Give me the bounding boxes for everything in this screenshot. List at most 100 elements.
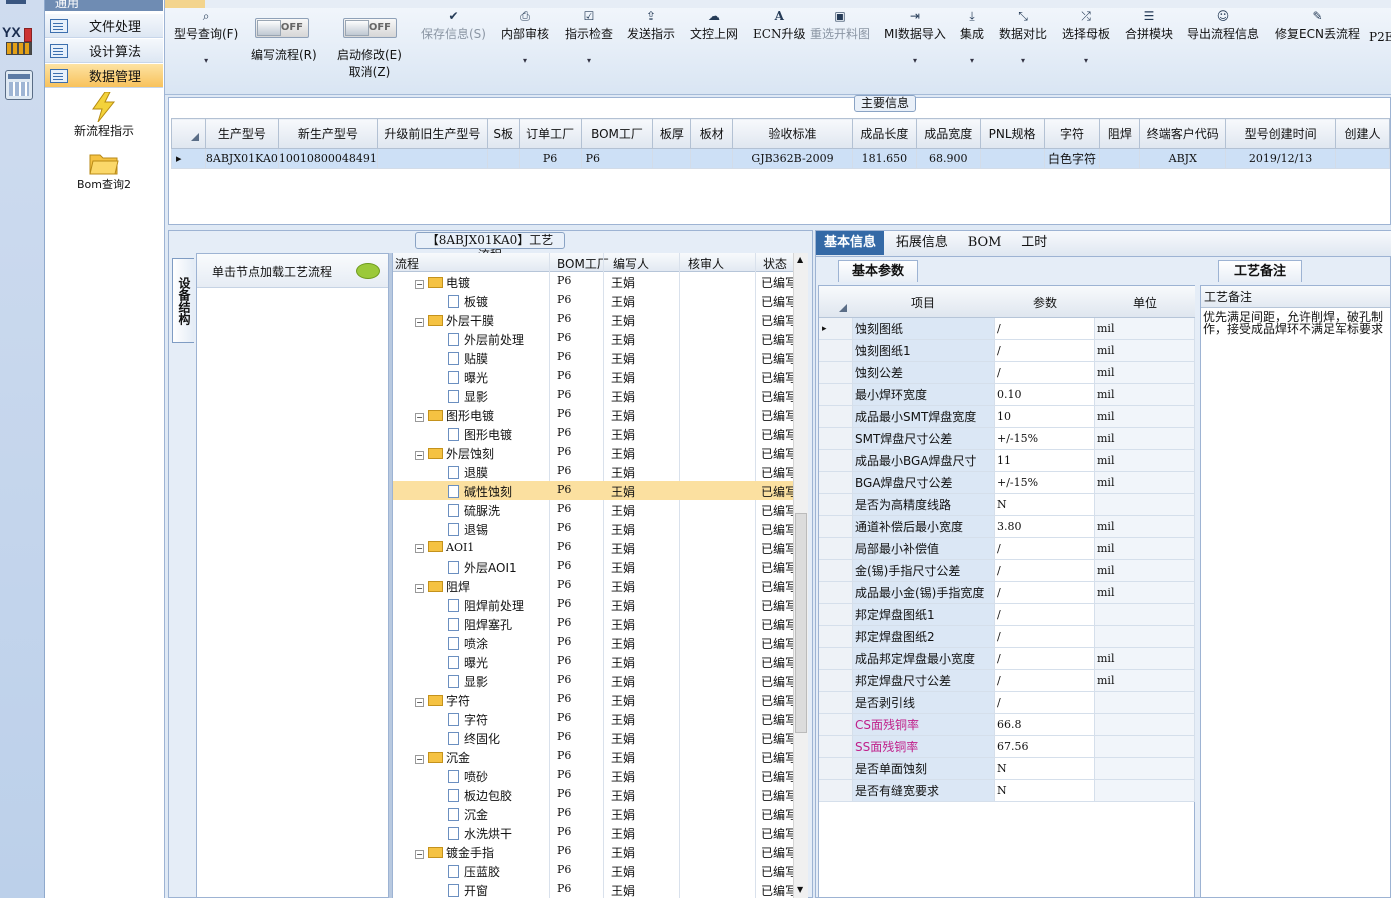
tree-row[interactable]: 显影 P6 王娟 已编写	[393, 671, 793, 690]
table-cell[interactable]: 10010800048491	[277, 148, 378, 169]
row-indicator[interactable]	[819, 582, 853, 604]
tree-scrollbar[interactable]: ▲ ▼	[793, 253, 808, 898]
collapse-icon[interactable]: −	[415, 755, 424, 764]
col-header[interactable]: S板	[486, 118, 520, 149]
dropdown-arrow-icon[interactable]: ▾	[174, 56, 238, 65]
save-info-button[interactable]: ✔ 保存信息(S)	[421, 10, 486, 42]
table-cell[interactable]: 181.650	[851, 148, 917, 169]
tree-row[interactable]: − 电镀 P6 王娟 已编写	[393, 272, 793, 291]
tab-bom[interactable]: BOM	[960, 231, 1010, 255]
param-value[interactable]: 66.8	[995, 714, 1095, 736]
col-header[interactable]: 型号创建时间	[1225, 118, 1336, 149]
dropdown-arrow-icon[interactable]: ▾	[960, 56, 984, 65]
row-indicator[interactable]	[819, 428, 853, 450]
param-row[interactable]: 局部最小补偿值 / mil	[819, 538, 1195, 560]
row-indicator[interactable]	[819, 450, 853, 472]
param-value[interactable]: /	[995, 648, 1095, 670]
col-header[interactable]: 创建人	[1334, 118, 1391, 149]
write-process-toggle[interactable]: OFF	[255, 18, 309, 38]
collapse-icon[interactable]: −	[415, 413, 424, 422]
tree-row[interactable]: 终固化 P6 王娟 已编写	[393, 728, 793, 747]
params-col-header[interactable]: 参数	[1033, 294, 1057, 311]
row-indicator[interactable]	[819, 758, 853, 780]
col-header[interactable]: 字符	[1043, 118, 1101, 149]
tree-node[interactable]: 显影	[448, 388, 488, 405]
params-col-header[interactable]: 项目	[911, 294, 935, 311]
tree-node[interactable]: 水洗烘干	[448, 825, 512, 842]
table-cell[interactable]	[1334, 148, 1391, 169]
table-cell[interactable]: ABJX	[1139, 148, 1227, 169]
merge-module-button[interactable]: ☰ 合拼模块	[1125, 10, 1173, 42]
col-header[interactable]: 终端客户代码	[1139, 118, 1227, 149]
tree-row[interactable]: 喷砂 P6 王娟 已编写	[393, 766, 793, 785]
tree-row[interactable]: 硫脲洗 P6 王娟 已编写	[393, 500, 793, 519]
row-indicator[interactable]	[819, 494, 853, 516]
param-row[interactable]: SS面残铜率 67.56	[819, 736, 1195, 758]
tree-row[interactable]: 外层AOI1 P6 王娟 已编写	[393, 557, 793, 576]
tree-col-header[interactable]: BOM工厂	[557, 255, 609, 272]
subtab-process-remark[interactable]: 工艺备注	[1218, 260, 1302, 282]
col-header[interactable]: 板厚	[652, 118, 692, 149]
col-header[interactable]: 新生产型号	[277, 118, 378, 149]
tree-row[interactable]: 显影 P6 王娟 已编写	[393, 386, 793, 405]
remark-textarea[interactable]: 优先满足间距，允许削焊，破孔制作，接受成品焊环不满足军标要求	[1203, 311, 1385, 335]
integrate-button[interactable]: ⤓ 集成 ▾	[960, 10, 984, 66]
tree-node[interactable]: − 沉金	[415, 749, 470, 766]
table-cell[interactable]	[652, 148, 692, 169]
tree-node[interactable]: − 图形电镀	[415, 407, 494, 424]
param-row[interactable]: 成品最小BGA焊盘尺寸 11 mil	[819, 450, 1195, 472]
tree-row[interactable]: − 字符 P6 王娟 已编写	[393, 690, 793, 709]
dropdown-arrow-icon[interactable]: ▾	[565, 56, 613, 65]
param-value[interactable]: N	[995, 780, 1095, 802]
scroll-down-icon[interactable]: ▼	[797, 885, 803, 894]
nav-item-file-processing[interactable]: 文件处理	[45, 14, 163, 38]
tree-row[interactable]: − 沉金 P6 王娟 已编写	[393, 747, 793, 766]
table-cell[interactable]: 8ABJX01KA0	[204, 148, 279, 169]
start-modify-toggle[interactable]: OFF	[343, 18, 397, 38]
tree-node[interactable]: 喷涂	[448, 635, 488, 652]
collapse-icon[interactable]: −	[415, 584, 424, 593]
param-value[interactable]: /	[995, 318, 1095, 340]
param-row[interactable]: 是否单面蚀刻 N	[819, 758, 1195, 780]
tree-node[interactable]: − 外层干膜	[415, 312, 494, 329]
tree-node[interactable]: − 镀金手指	[415, 844, 494, 861]
param-value[interactable]: 10	[995, 406, 1095, 428]
tree-node[interactable]: 阻焊前处理	[448, 597, 524, 614]
collapse-icon[interactable]: −	[415, 698, 424, 707]
tree-row[interactable]: 水洗烘干 P6 王娟 已编写	[393, 823, 793, 842]
collapse-icon[interactable]: −	[415, 280, 424, 289]
param-row[interactable]: ▸ 蚀刻图纸 / mil	[819, 318, 1195, 340]
param-value[interactable]: /	[995, 670, 1095, 692]
tree-node[interactable]: 硫脲洗	[448, 502, 500, 519]
tree-row[interactable]: 图形电镀 P6 王娟 已编写	[393, 424, 793, 443]
tree-node[interactable]: 外层AOI1	[448, 559, 517, 576]
start-modify-button[interactable]: 启动修改(E) 取消(Z)	[337, 46, 402, 80]
scroll-thumb[interactable]	[795, 513, 807, 733]
row-indicator[interactable]	[819, 604, 853, 626]
param-row[interactable]: 蚀刻图纸1/mil	[819, 340, 1195, 362]
row-indicator[interactable]	[819, 626, 853, 648]
export-process-info-button[interactable]: ☺ 导出流程信息	[1187, 10, 1259, 42]
table-cell[interactable]: 2019/12/13	[1225, 148, 1336, 169]
col-header[interactable]: 升级前旧生产型号	[376, 118, 488, 149]
param-row[interactable]: 最小焊环宽度 0.10 mil	[819, 384, 1195, 406]
param-value[interactable]: 0.10	[995, 384, 1095, 406]
param-value[interactable]: /	[995, 538, 1095, 560]
tree-row[interactable]: 贴膜 P6 王娟 已编写	[393, 348, 793, 367]
write-process-button[interactable]: 编写流程(R)	[251, 46, 317, 63]
tree-col-header[interactable]: 编写人	[613, 255, 649, 272]
tree-node[interactable]: 板镀	[448, 293, 488, 310]
param-value[interactable]: N	[995, 494, 1095, 516]
row-indicator[interactable]	[819, 780, 853, 802]
tree-node[interactable]: − 阻焊	[415, 578, 470, 595]
scroll-up-icon[interactable]: ▲	[797, 255, 803, 264]
collapse-icon[interactable]: −	[415, 544, 424, 553]
row-indicator[interactable]	[819, 516, 853, 538]
subtab-basic-params[interactable]: 基本参数	[838, 260, 918, 282]
table-row[interactable]: ▸ 8ABJX01KA0 10010800048491 P6 P6 GJB362…	[171, 148, 1391, 169]
param-value[interactable]: 67.56	[995, 736, 1095, 758]
param-row[interactable]: 邦定焊盘图纸2/	[819, 626, 1195, 648]
tree-row[interactable]: 曝光 P6 王娟 已编写	[393, 367, 793, 386]
param-row[interactable]: 邦定焊盘尺寸公差 / mil	[819, 670, 1195, 692]
param-value[interactable]: /	[995, 604, 1095, 626]
